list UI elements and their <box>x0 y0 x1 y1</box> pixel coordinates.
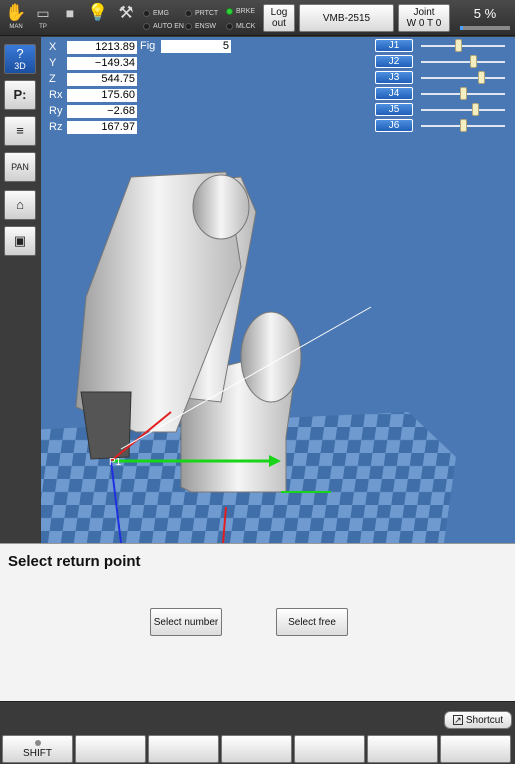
wrench-icon[interactable]: ⚒ <box>114 3 138 33</box>
function-key-2[interactable] <box>148 735 219 763</box>
joint-j1-knob[interactable] <box>454 39 462 52</box>
joint-j5-slider[interactable] <box>421 103 505 116</box>
function-key-bar: ↗ Shortcut SHIFT <box>0 701 515 764</box>
select-free-button[interactable]: Select free <box>276 608 348 636</box>
joint-j6-knob[interactable] <box>460 119 467 132</box>
joint-j3-knob[interactable] <box>478 71 486 84</box>
joint-j4-button[interactable]: J4 <box>375 87 413 100</box>
stop-icon[interactable]: ■ <box>58 3 82 33</box>
joint-j2-slider[interactable] <box>421 55 505 68</box>
function-key-3[interactable] <box>221 735 292 763</box>
point-button[interactable]: P: <box>4 80 36 110</box>
message-panel: Select return point Select number Select… <box>0 543 515 701</box>
view-tool-column: ? 3D P: ≡ PAN ⌂ ▣ <box>0 37 40 543</box>
shortcut-button[interactable]: ↗ Shortcut <box>444 711 512 729</box>
home-view-button[interactable]: ⌂ <box>4 190 36 220</box>
joint-j4-knob[interactable] <box>460 87 467 100</box>
point-icon: P: <box>13 87 27 102</box>
joint-j2-knob[interactable] <box>470 55 478 68</box>
speed-bar-fill <box>460 26 463 30</box>
panel-title: Select return point <box>8 553 141 570</box>
teach-pendant-screen: ✋ MAN ▭ TP ■ 💡 ⚒ EMG AUTO EN PRTCT ENSW BR… <box>0 0 515 764</box>
coord-rz-value: 167.97 <box>67 120 137 134</box>
joint-j3-slider[interactable] <box>421 71 505 84</box>
logout-button[interactable]: Log out <box>263 4 295 32</box>
robot-3d-viewport[interactable]: P1 X 1213.89 Y −149.34 Z 544.75 Rx 175.60 Ry… <box>41 37 515 543</box>
3d-icon: ? <box>16 46 24 61</box>
lamp-ensw: ENSW <box>185 21 216 32</box>
robot-shoulder <box>240 311 302 403</box>
shortcut-icon: ↗ <box>452 715 463 725</box>
joint-j2-button[interactable]: J2 <box>375 55 413 68</box>
robot-elbow <box>192 174 250 240</box>
coord-x: X 1213.89 <box>49 40 137 54</box>
point-label-p1: P1 <box>109 457 122 468</box>
coord-z: Z 544.75 <box>49 72 137 86</box>
cube-view-button[interactable]: ▣ <box>4 226 36 256</box>
speed-override[interactable]: 5 % <box>458 4 512 32</box>
fig-value: 5 <box>161 40 231 53</box>
coord-y: Y −149.34 <box>49 56 137 70</box>
top-toolbar: ✋ MAN ▭ TP ■ 💡 ⚒ EMG AUTO EN PRTCT ENSW BR… <box>0 0 515 36</box>
coord-ry: Ry −2.68 <box>49 104 137 118</box>
joint-mode-button[interactable]: Joint W 0 T 0 <box>398 4 450 32</box>
function-key-6[interactable] <box>440 735 511 763</box>
joint-j6-slider[interactable] <box>421 119 505 132</box>
shift-key[interactable]: SHIFT <box>2 735 73 763</box>
joint-j1-slider[interactable] <box>421 39 505 52</box>
coord-x-value: 1213.89 <box>67 40 137 54</box>
layer-button[interactable]: ≡ <box>4 116 36 146</box>
coord-rz: Rz 167.97 <box>49 120 137 134</box>
joint-j3-button[interactable]: J3 <box>375 71 413 84</box>
home-icon: ⌂ <box>16 197 24 212</box>
hand-icon[interactable]: ✋ MAN <box>4 3 28 33</box>
speed-bar <box>460 26 510 30</box>
coord-z-value: 544.75 <box>67 72 137 86</box>
coord-rx-value: 175.60 <box>67 88 137 102</box>
function-key-1[interactable] <box>75 735 146 763</box>
function-key-5[interactable] <box>367 735 438 763</box>
layer-icon: ≡ <box>16 123 24 138</box>
lamp-prtct: PRTCT <box>185 8 218 19</box>
cube-icon: ▣ <box>13 233 27 248</box>
function-key-4[interactable] <box>294 735 365 763</box>
lamp-auto-en: AUTO EN <box>143 21 184 32</box>
shift-indicator <box>34 739 41 746</box>
lamp-mlck: MLCK <box>226 21 255 32</box>
teach-pendant-icon[interactable]: ▭ TP <box>31 3 55 33</box>
coord-rx: Rx 175.60 <box>49 88 137 102</box>
joint-j5-button[interactable]: J5 <box>375 103 413 116</box>
joint-j1-button[interactable]: J1 <box>375 39 413 52</box>
pan-button[interactable]: PAN <box>4 152 36 182</box>
coord-ry-value: −2.68 <box>67 104 137 118</box>
robot-model-button[interactable]: VMB-2515 <box>299 4 394 32</box>
coord-y-value: −149.34 <box>67 56 137 70</box>
lamp-emg: EMG <box>143 8 169 19</box>
joint-j5-knob[interactable] <box>471 103 479 116</box>
lamp-brke: BRKE <box>226 6 255 17</box>
joint-j6-button[interactable]: J6 <box>375 119 413 132</box>
3d-view-button[interactable]: ? 3D <box>4 44 36 74</box>
fig-label: Fig <box>140 40 156 52</box>
speed-value: 5 % <box>473 6 497 21</box>
lightbulb-icon[interactable]: 💡 <box>86 3 110 33</box>
select-number-button[interactable]: Select number <box>150 608 222 636</box>
joint-j4-slider[interactable] <box>421 87 505 100</box>
